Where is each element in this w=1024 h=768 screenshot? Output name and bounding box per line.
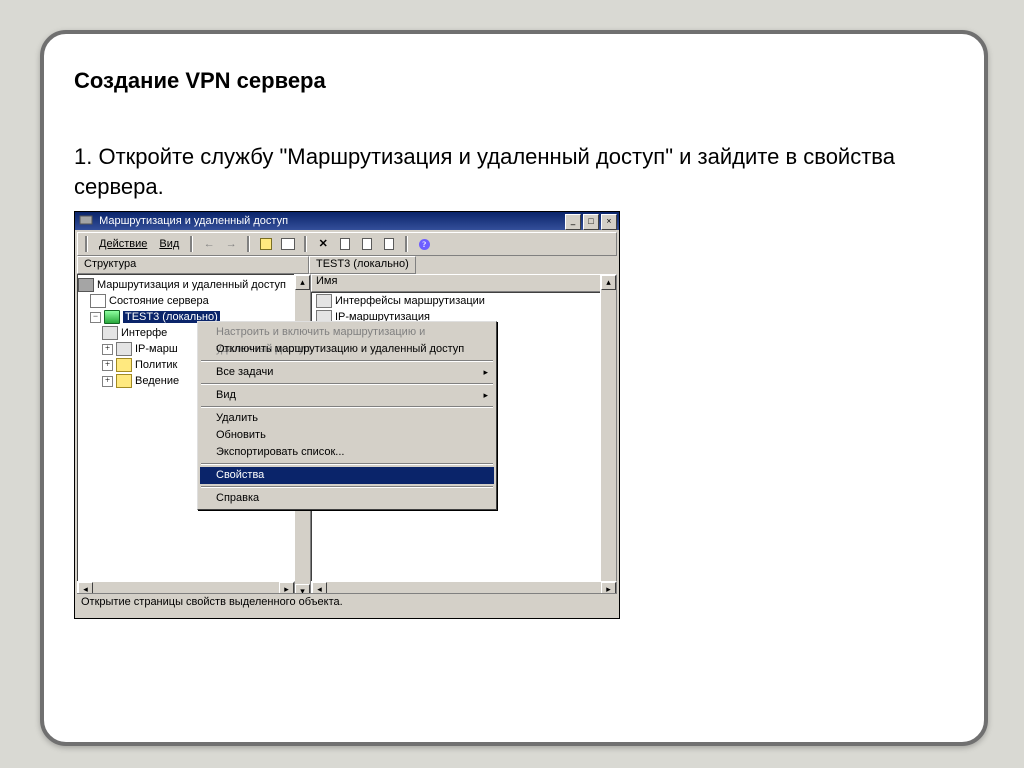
- tree-root-label: Маршрутизация и удаленный доступ: [97, 279, 286, 291]
- mmc-window: Маршрутизация и удаленный доступ _ □ × Д…: [74, 211, 620, 619]
- right-scrollbar-v[interactable]: ▴ ▾: [600, 274, 617, 600]
- properties-button[interactable]: [336, 235, 354, 253]
- ctx-configure: Настроить и включить маршрутизацию и уда…: [200, 324, 494, 341]
- list-item-label: Интерфейсы маршрутизации: [335, 295, 485, 307]
- right-column-header[interactable]: Имя: [311, 274, 617, 292]
- menu-view[interactable]: Вид: [155, 238, 183, 250]
- interface-icon: [102, 326, 118, 340]
- tree-state[interactable]: Состояние сервера: [78, 293, 310, 309]
- help-icon: ?: [419, 239, 430, 250]
- export-button[interactable]: [380, 235, 398, 253]
- forward-icon: →: [226, 239, 237, 250]
- ctx-properties[interactable]: Свойства: [200, 467, 494, 484]
- ctx-divider: [201, 406, 493, 408]
- folder-icon: [116, 358, 132, 372]
- scroll-up-icon[interactable]: ▴: [295, 275, 310, 290]
- show-console-button[interactable]: [279, 235, 297, 253]
- ctx-help[interactable]: Справка: [200, 490, 494, 507]
- right-pane-header[interactable]: TEST3 (локально): [309, 256, 416, 274]
- ctx-delete[interactable]: Удалить: [200, 410, 494, 427]
- tree-item-label: Ведение: [135, 375, 179, 387]
- left-pane-header[interactable]: Структура: [77, 256, 309, 274]
- export-icon: [384, 238, 394, 250]
- maximize-button[interactable]: □: [583, 214, 599, 230]
- minimize-button[interactable]: _: [565, 214, 581, 230]
- back-button[interactable]: ←: [200, 235, 218, 253]
- title-bar[interactable]: Маршрутизация и удаленный доступ _ □ ×: [75, 212, 619, 230]
- back-icon: ←: [204, 239, 215, 250]
- slide-heading: Создание VPN сервера: [74, 68, 954, 94]
- properties-icon: [340, 238, 350, 250]
- ip-icon: [116, 342, 132, 356]
- slide-card: Создание VPN сервера 1. Откройте службу …: [40, 30, 988, 746]
- help-button[interactable]: ?: [415, 235, 433, 253]
- list-item[interactable]: Интерфейсы маршрутизации: [312, 293, 616, 309]
- collapse-icon[interactable]: −: [90, 312, 101, 323]
- toolbar-sep-icon: [247, 236, 250, 252]
- refresh-button[interactable]: [358, 235, 376, 253]
- doc-icon: [90, 294, 106, 308]
- scroll-up-icon[interactable]: ▴: [601, 275, 616, 290]
- ctx-divider: [201, 383, 493, 385]
- delete-icon: ✕: [319, 239, 328, 250]
- tree-state-label: Состояние сервера: [109, 295, 209, 307]
- ctx-divider: [201, 463, 493, 465]
- close-button[interactable]: ×: [601, 214, 617, 230]
- folder-icon: [116, 374, 132, 388]
- expand-icon[interactable]: +: [102, 360, 113, 371]
- tree-item-label: IP-марш: [135, 343, 178, 355]
- forward-button[interactable]: →: [222, 235, 240, 253]
- tree-item-label: Политик: [135, 359, 177, 371]
- toolbar-sep-icon: [190, 236, 193, 252]
- status-bar: Открытие страницы свойств выделенного об…: [77, 593, 617, 616]
- toolbar-sep-icon: [304, 236, 307, 252]
- tree-item-label: Интерфе: [121, 327, 167, 339]
- toolbar-grip-icon: [85, 236, 88, 252]
- app-icon: [79, 213, 93, 227]
- server-active-icon: [104, 310, 120, 324]
- up-folder-icon: [260, 238, 272, 250]
- toolbar: Действие Вид ← → ✕ ?: [77, 232, 617, 256]
- toolbar-sep-icon: [405, 236, 408, 252]
- window-title: Маршрутизация и удаленный доступ: [99, 215, 288, 227]
- ctx-divider: [201, 486, 493, 488]
- server-icon: [78, 278, 94, 292]
- expand-icon[interactable]: +: [102, 376, 113, 387]
- ctx-view[interactable]: Вид: [200, 387, 494, 404]
- ctx-export[interactable]: Экспортировать список...: [200, 444, 494, 461]
- interface-icon: [316, 294, 332, 308]
- menu-action[interactable]: Действие: [95, 238, 151, 250]
- delete-button[interactable]: ✕: [314, 235, 332, 253]
- ctx-refresh[interactable]: Обновить: [200, 427, 494, 444]
- console-icon: [281, 238, 295, 250]
- ctx-all-tasks[interactable]: Все задачи: [200, 364, 494, 381]
- ctx-disable[interactable]: Отключить маршрутизацию и удаленный дост…: [200, 341, 494, 358]
- slide-paragraph: 1. Откройте службу "Маршрутизация и удал…: [74, 142, 954, 201]
- ctx-divider: [201, 360, 493, 362]
- context-menu: Настроить и включить маршрутизацию и уда…: [197, 321, 497, 510]
- tree-root[interactable]: Маршрутизация и удаленный доступ: [78, 277, 310, 293]
- expand-icon[interactable]: +: [102, 344, 113, 355]
- up-folder-button[interactable]: [257, 235, 275, 253]
- refresh-icon: [362, 238, 372, 250]
